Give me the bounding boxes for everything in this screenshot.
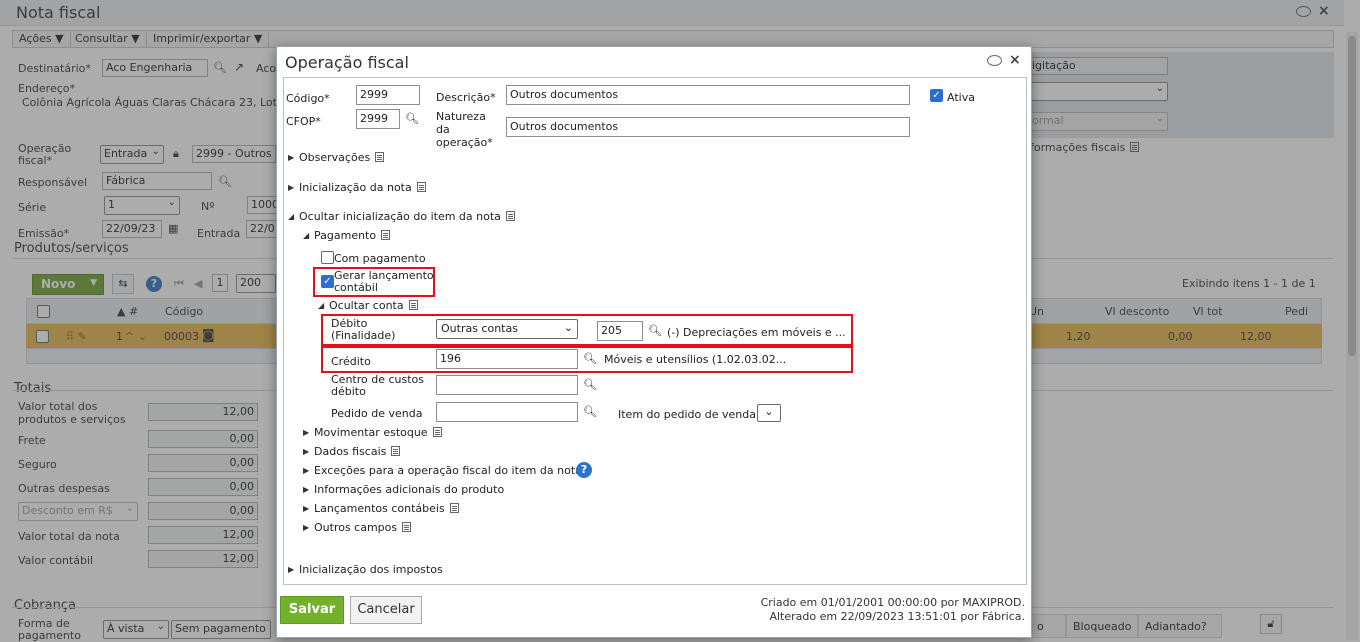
codigo-label: Código* bbox=[286, 92, 330, 105]
inicializacao-nota-section[interactable]: Inicialização da nota bbox=[299, 181, 426, 194]
note-icon bbox=[432, 427, 442, 437]
expand-icon[interactable]: ▶ bbox=[303, 485, 309, 494]
item-pedido-select[interactable]: ⌄ bbox=[757, 404, 781, 422]
collapse-icon[interactable]: ◢ bbox=[288, 212, 294, 221]
ocultar-item-section[interactable]: Ocultar inicialização do item da nota bbox=[299, 210, 515, 223]
pedido-venda-input[interactable] bbox=[436, 402, 578, 422]
pedido-venda-label: Pedido de venda bbox=[331, 407, 423, 420]
expand-icon[interactable]: ▶ bbox=[303, 523, 309, 532]
note-icon bbox=[505, 211, 515, 221]
ativa-checkbox[interactable]: ✓ bbox=[930, 89, 943, 102]
collapse-icon[interactable]: ◢ bbox=[303, 231, 309, 240]
ativa-label: Ativa bbox=[947, 91, 975, 104]
cfop-input[interactable]: 2999 bbox=[356, 109, 400, 129]
note-icon bbox=[416, 182, 426, 192]
movimentar-estoque-section[interactable]: Movimentar estoque bbox=[314, 426, 442, 439]
chevron-down-icon: ⌄ bbox=[764, 405, 774, 418]
expand-icon[interactable]: ▶ bbox=[303, 504, 309, 513]
search-icon[interactable]: 🔍︎ bbox=[583, 352, 597, 365]
debito-label: Débito (Finalidade) bbox=[331, 317, 396, 342]
close-icon[interactable]: × bbox=[1009, 52, 1021, 68]
operacao-fiscal-dialog: Operação fiscal × Código* 2999 Descrição… bbox=[276, 46, 1032, 638]
gerar-lancamento-label: Gerar lançamento contábil bbox=[334, 269, 434, 294]
note-icon bbox=[408, 300, 418, 310]
chat-icon[interactable] bbox=[987, 55, 1002, 66]
search-icon[interactable]: 🔍︎ bbox=[583, 378, 597, 391]
codigo-input[interactable]: 2999 bbox=[356, 85, 420, 105]
note-icon bbox=[391, 446, 401, 456]
lancamentos-contabeis-section[interactable]: Lançamentos contábeis bbox=[314, 502, 459, 515]
help-icon[interactable]: ? bbox=[576, 462, 592, 478]
dialog-title: Operação fiscal bbox=[285, 53, 409, 72]
inicializacao-impostos-section[interactable]: Inicialização dos impostos bbox=[299, 563, 443, 576]
expand-icon[interactable]: ▶ bbox=[288, 153, 294, 162]
search-icon[interactable]: 🔍︎ bbox=[648, 324, 662, 337]
search-icon[interactable]: 🔍︎ bbox=[405, 112, 419, 125]
expand-icon[interactable]: ▶ bbox=[303, 466, 309, 475]
descricao-label: Descrição* bbox=[436, 91, 496, 104]
criado-em-text: Criado em 01/01/2001 00:00:00 por MAXIPR… bbox=[760, 596, 1025, 609]
info-adicionais-section[interactable]: Informações adicionais do produto bbox=[314, 483, 504, 496]
debito-tipo-select[interactable]: Outras contas ⌄ bbox=[436, 319, 578, 339]
collapse-icon[interactable]: ◢ bbox=[318, 301, 324, 310]
credito-conta-description: Móveis e utensílios (1.02.03.02... bbox=[604, 353, 787, 366]
note-icon bbox=[449, 503, 459, 513]
excecoes-section[interactable]: Exceções para a operação fiscal do item … bbox=[314, 464, 582, 477]
descricao-input[interactable]: Outros documentos bbox=[506, 85, 910, 105]
pagamento-section[interactable]: Pagamento bbox=[314, 229, 391, 242]
cancelar-button[interactable]: Cancelar bbox=[350, 596, 422, 624]
com-pagamento-checkbox[interactable] bbox=[321, 251, 334, 264]
alterado-em-text: Alterado em 22/09/2023 13:51:01 por Fábr… bbox=[769, 610, 1025, 623]
expand-icon[interactable]: ▶ bbox=[303, 447, 309, 456]
expand-icon[interactable]: ▶ bbox=[303, 428, 309, 437]
cfop-label: CFOP* bbox=[286, 115, 321, 128]
debito-conta-input[interactable]: 205 bbox=[597, 321, 643, 341]
com-pagamento-label: Com pagamento bbox=[334, 252, 426, 265]
salvar-button[interactable]: Salvar bbox=[280, 596, 344, 624]
gerar-lancamento-checkbox[interactable]: ✓ bbox=[321, 275, 334, 288]
credito-conta-input[interactable]: 196 bbox=[436, 349, 578, 369]
item-pedido-label: Item do pedido de venda bbox=[618, 408, 756, 421]
centro-custos-input[interactable] bbox=[436, 375, 578, 395]
search-icon[interactable]: 🔍︎ bbox=[583, 405, 597, 418]
dados-fiscais-section[interactable]: Dados fiscais bbox=[314, 445, 401, 458]
natureza-label: Natureza da operação* bbox=[436, 110, 493, 149]
credito-label: Crédito bbox=[331, 355, 371, 368]
expand-icon[interactable]: ▶ bbox=[288, 183, 294, 192]
ocultar-conta-section[interactable]: Ocultar conta bbox=[329, 299, 418, 312]
centro-custos-label: Centro de custos débito bbox=[331, 373, 425, 398]
note-icon bbox=[402, 522, 412, 532]
dialog-body: Código* 2999 Descrição* Outros documento… bbox=[283, 77, 1027, 585]
natureza-input[interactable]: Outros documentos bbox=[506, 117, 910, 137]
note-icon bbox=[381, 230, 391, 240]
expand-icon[interactable]: ▶ bbox=[288, 565, 294, 574]
note-icon bbox=[375, 152, 385, 162]
observacoes-section[interactable]: Observações bbox=[299, 151, 385, 164]
debito-conta-description: (-) Depreciações em móveis e ... bbox=[667, 326, 846, 339]
chevron-down-icon: ⌄ bbox=[563, 321, 573, 334]
outros-campos-section[interactable]: Outros campos bbox=[314, 521, 412, 534]
